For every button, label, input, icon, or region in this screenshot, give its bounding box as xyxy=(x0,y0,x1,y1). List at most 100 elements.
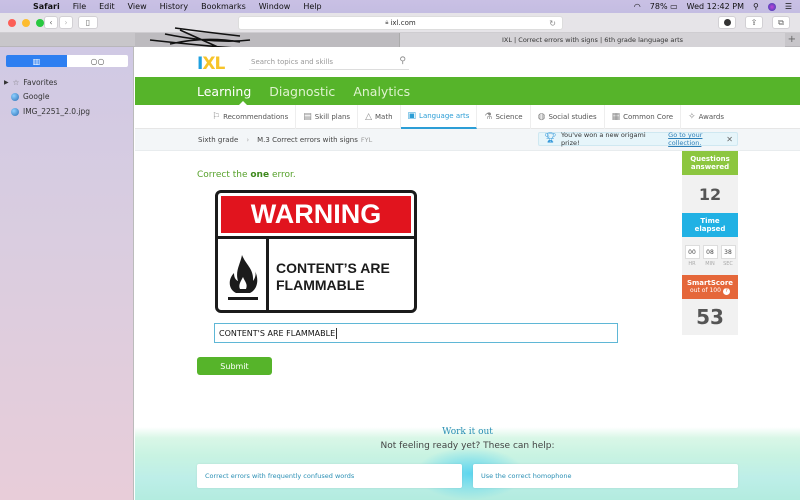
reading-list-tab[interactable]: ○○ xyxy=(67,55,128,67)
sign-line-1: CONTENT’S ARE xyxy=(276,260,390,276)
minimize-window-button[interactable] xyxy=(22,19,30,27)
timer: 00 HR 08 MIN 38 SEC xyxy=(684,245,736,267)
menu-app[interactable]: Safari xyxy=(33,2,60,11)
menu-history[interactable]: History xyxy=(160,2,188,11)
logo-x: X xyxy=(202,54,215,74)
subnav-label: Common Core xyxy=(623,112,674,121)
tab-diagnostic[interactable]: Diagnostic xyxy=(269,84,335,99)
menu-bookmarks[interactable]: Bookmarks xyxy=(201,2,246,11)
subnav-awards[interactable]: ✧ Awards xyxy=(681,105,731,129)
breadcrumb-grade[interactable]: Sixth grade xyxy=(198,136,238,144)
sidebar-item-label: IMG_2251_2.0.jpg xyxy=(23,107,90,116)
subnav-common-core[interactable]: ▦ Common Core xyxy=(605,104,682,129)
main-nav: Learning Diagnostic Analytics xyxy=(135,77,800,105)
smartscore-sub-text: out of 100 xyxy=(690,287,721,294)
minutes-value: 08 xyxy=(702,245,718,259)
zoom-window-button[interactable] xyxy=(36,19,44,27)
new-tab-button[interactable]: + xyxy=(788,34,796,45)
menu-help[interactable]: Help xyxy=(303,2,321,11)
subnav-recommendations[interactable]: ⚐ Recommendations xyxy=(205,104,297,129)
submit-button[interactable]: Submit xyxy=(197,357,272,375)
globe-icon xyxy=(11,107,19,116)
clock[interactable]: Wed 12:42 PM xyxy=(687,2,744,11)
subnav-skill-plans[interactable]: ▤ Skill plans xyxy=(296,104,359,129)
sidebar-segmented-control: ▥ ○○ xyxy=(6,55,128,67)
breadcrumb-skill: M.3 Correct errors with signs xyxy=(257,135,358,144)
recommendations-icon: ⚐ xyxy=(212,111,221,122)
sign-divider-vertical xyxy=(266,239,269,310)
downloads-button[interactable] xyxy=(718,16,736,29)
subnav-science[interactable]: ⚗ Science xyxy=(477,104,531,129)
siri-icon[interactable] xyxy=(767,2,776,11)
answer-input[interactable]: CONTENT'S ARE FLAMMABLE xyxy=(214,323,618,343)
timer-minutes: 08 MIN xyxy=(702,245,718,267)
subnav-label: Recommendations xyxy=(223,112,289,121)
chevron-right-icon: › xyxy=(246,135,250,144)
minutes-label: MIN xyxy=(705,261,715,267)
sidebar-icon: ▯ xyxy=(85,18,91,27)
battery-status[interactable]: 78% ▭ xyxy=(650,2,678,11)
common-core-icon: ▦ xyxy=(611,111,621,122)
globe-icon xyxy=(11,92,19,101)
tab-active[interactable]: IXL | Correct errors with signs | 6th gr… xyxy=(400,33,785,47)
stats-panel: Questions answered 12 Time elapsed 00 HR … xyxy=(682,151,738,335)
search-placeholder: Search topics and skills xyxy=(251,58,333,66)
help-card[interactable]: Correct errors with frequently confused … xyxy=(197,464,462,488)
tabs-overview-button[interactable]: ⧉ xyxy=(772,16,790,29)
instruction-bold: one xyxy=(250,170,270,180)
time-elapsed-value: 00 HR 08 MIN 38 SEC xyxy=(682,237,738,275)
close-icon[interactable]: ✕ xyxy=(726,135,733,144)
url-text: ixl.com xyxy=(390,19,416,27)
subnav-language-arts[interactable]: ▣ Language arts xyxy=(400,104,478,129)
menu-file[interactable]: File xyxy=(73,2,86,11)
bookmarks-sidebar: ▥ ○○ ▶ ☆ Favorites Google IMG_2251_2.0.j… xyxy=(0,47,134,500)
share-button[interactable]: ⇪ xyxy=(745,16,763,29)
prize-text: You've won a new origami prize! xyxy=(561,131,646,147)
close-window-button[interactable] xyxy=(8,19,16,27)
book-icon: ▥ xyxy=(32,56,41,66)
prize-notification: 🏆︎ You've won a new origami prize! Go to… xyxy=(538,131,738,147)
instruction-pre: Correct the xyxy=(197,170,248,180)
menu-window[interactable]: Window xyxy=(259,2,291,11)
smartscore-label: SmartScore xyxy=(686,279,734,287)
subject-nav: ⚐ Recommendations ▤ Skill plans △ Math ▣ Lan… xyxy=(135,104,800,129)
question-instruction: Correct the one error. xyxy=(197,170,296,180)
glasses-icon: ○○ xyxy=(90,56,105,66)
seconds-label: SEC xyxy=(723,261,733,267)
menu-edit[interactable]: Edit xyxy=(99,2,115,11)
menu-bar: Safari File Edit View History Bookmarks … xyxy=(0,0,800,13)
sidebar-toggle-button[interactable]: ▯ xyxy=(78,16,98,29)
subnav-label: Language arts xyxy=(419,111,470,120)
back-button[interactable]: ‹ xyxy=(44,16,58,29)
subnav-label: Awards xyxy=(698,112,725,121)
subnav-social-studies[interactable]: ◍ Social studies xyxy=(531,104,605,129)
ixl-header: IXL Search topics and skills ⚲ xyxy=(135,47,800,77)
sign-header: WARNING xyxy=(221,196,411,233)
sidebar-item-google[interactable]: Google xyxy=(11,92,49,101)
skill-plans-icon: ▤ xyxy=(303,111,312,122)
search-input[interactable]: Search topics and skills ⚲ xyxy=(249,55,409,70)
notification-center-icon[interactable]: ☰ xyxy=(785,2,792,11)
subnav-math[interactable]: △ Math xyxy=(358,104,401,129)
reload-icon[interactable]: ↻ xyxy=(549,19,556,28)
spotlight-icon[interactable]: ⚲ xyxy=(753,2,759,11)
language-arts-icon: ▣ xyxy=(407,110,417,121)
search-icon[interactable]: ⚲ xyxy=(399,56,406,66)
help-card[interactable]: Use the correct homophone xyxy=(473,464,738,488)
sidebar-favorites[interactable]: ▶ ☆ Favorites xyxy=(4,78,57,87)
menu-view[interactable]: View xyxy=(128,2,147,11)
help-title: Work it out xyxy=(442,427,493,437)
ixl-logo[interactable]: IXL xyxy=(197,54,225,74)
forward-button[interactable]: › xyxy=(59,16,73,29)
tab-bar: IXL | Correct errors with signs | 6th gr… xyxy=(0,33,800,47)
sidebar-item-img[interactable]: IMG_2251_2.0.jpg xyxy=(11,107,90,116)
help-icon[interactable]: ? xyxy=(722,288,730,295)
tab-learning[interactable]: Learning xyxy=(197,84,251,99)
wifi-icon[interactable]: ◠ xyxy=(634,2,641,11)
bookmarks-tab[interactable]: ▥ xyxy=(6,55,67,67)
science-icon: ⚗ xyxy=(484,111,493,122)
favorites-label: Favorites xyxy=(23,78,58,87)
battery-percent: 78% xyxy=(649,2,668,11)
tab-analytics[interactable]: Analytics xyxy=(353,84,410,99)
address-bar[interactable]: 🔒︎ ixl.com ↻ xyxy=(238,16,563,30)
